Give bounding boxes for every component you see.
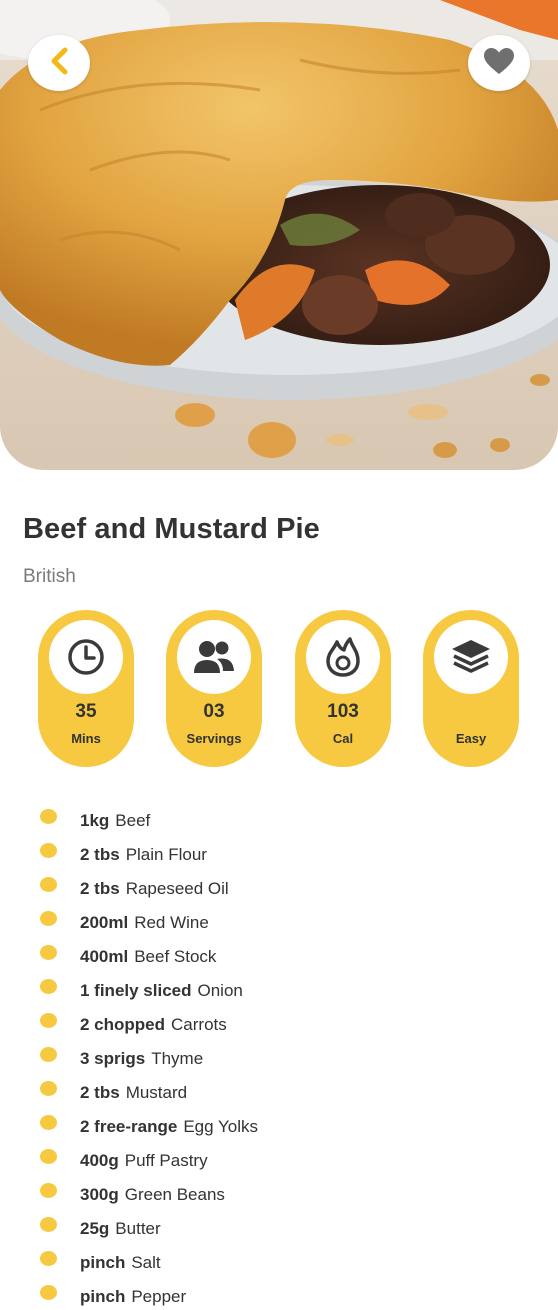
ingredient-name: Beef Stock xyxy=(134,947,217,966)
bullet-icon xyxy=(40,1115,57,1130)
recipe-detail-screen: Beef and Mustard Pie British 35 Mins 03 … xyxy=(0,0,558,1310)
ingredient-quantity: 1 finely sliced xyxy=(80,981,192,1000)
ingredient-item: 400ml Beef Stock xyxy=(38,941,538,975)
stat-calories: 103 Cal xyxy=(295,610,391,767)
layers-icon xyxy=(434,620,508,694)
bullet-icon xyxy=(40,1251,57,1266)
ingredient-item: 2 tbs Rapeseed Oil xyxy=(38,873,538,907)
bullet-icon xyxy=(40,1285,57,1300)
stat-servings-value: 03 xyxy=(203,701,225,722)
ingredient-item: 2 chopped Carrots xyxy=(38,1009,538,1043)
bullet-icon xyxy=(40,1013,57,1028)
ingredient-name: Butter xyxy=(115,1219,161,1238)
stat-time-value: 35 xyxy=(75,701,97,722)
ingredient-quantity: 2 tbs xyxy=(80,879,120,898)
ingredient-quantity: 25g xyxy=(80,1219,110,1238)
ingredient-item: 2 free-range Egg Yolks xyxy=(38,1111,538,1145)
bullet-icon xyxy=(40,911,57,926)
ingredient-item: pinch Pepper xyxy=(38,1281,538,1310)
bullet-icon xyxy=(40,843,57,858)
bullet-icon xyxy=(40,809,57,824)
favorite-button[interactable] xyxy=(468,35,530,91)
ingredient-name: Onion xyxy=(197,981,243,1000)
bullet-icon xyxy=(40,877,57,892)
ingredient-name: Red Wine xyxy=(134,913,209,932)
people-icon xyxy=(177,620,251,694)
ingredient-quantity: 400g xyxy=(80,1151,119,1170)
bullet-icon xyxy=(40,979,57,994)
stat-servings-unit: Servings xyxy=(186,731,242,746)
stat-difficulty-unit: Easy xyxy=(455,731,487,746)
stat-time-unit: Mins xyxy=(71,731,101,746)
clock-icon xyxy=(49,620,123,694)
recipe-title: Beef and Mustard Pie xyxy=(23,513,320,545)
ingredient-name: Beef xyxy=(115,811,151,830)
ingredient-quantity: 400ml xyxy=(80,947,129,966)
ingredient-item: 25g Butter xyxy=(38,1213,538,1247)
ingredient-quantity: pinch xyxy=(80,1253,126,1272)
chevron-left-icon xyxy=(48,47,70,80)
ingredient-item: 400g Puff Pastry xyxy=(38,1145,538,1179)
ingredient-quantity: 1kg xyxy=(80,811,110,830)
ingredient-quantity: 2 free-range xyxy=(80,1117,178,1136)
ingredient-item: 1 finely sliced Onion xyxy=(38,975,538,1009)
ingredient-name: Plain Flour xyxy=(125,845,207,864)
ingredient-name: Rapeseed Oil xyxy=(125,879,229,898)
ingredient-quantity: 2 tbs xyxy=(80,845,120,864)
heart-icon xyxy=(483,47,515,80)
ingredient-quantity: 300g xyxy=(80,1185,119,1204)
stat-difficulty: Easy xyxy=(423,610,519,767)
ingredient-item: 2 tbs Mustard xyxy=(38,1077,538,1111)
ingredient-quantity: 3 sprigs xyxy=(80,1049,146,1068)
bullet-icon xyxy=(40,1081,57,1096)
ingredient-name: Egg Yolks xyxy=(183,1117,259,1136)
ingredient-name: Carrots xyxy=(171,1015,227,1034)
ingredient-item: 2 tbs Plain Flour xyxy=(38,839,538,873)
ingredient-quantity: 200ml xyxy=(80,913,129,932)
recipe-stats: 35 Mins 03 Servings 103 Cal Easy xyxy=(38,610,522,768)
flame-icon xyxy=(306,620,380,694)
ingredient-name: Thyme xyxy=(151,1049,204,1068)
bullet-icon xyxy=(40,1047,57,1062)
bullet-icon xyxy=(40,1183,57,1198)
ingredient-quantity: pinch xyxy=(80,1287,126,1306)
ingredient-name: Pepper xyxy=(131,1287,187,1306)
ingredient-name: Puff Pastry xyxy=(124,1151,208,1170)
stat-calories-unit: Cal xyxy=(332,731,354,746)
ingredients-list: 1kg Beef 2 tbs Plain Flour 2 tbs Rapeseed O… xyxy=(38,805,538,1310)
ingredient-quantity: 2 tbs xyxy=(80,1083,120,1102)
ingredient-item: 1kg Beef xyxy=(38,805,538,839)
recipe-cuisine: British xyxy=(23,566,76,587)
ingredient-name: Salt xyxy=(131,1253,161,1272)
ingredient-item: pinch Salt xyxy=(38,1247,538,1281)
bullet-icon xyxy=(40,945,57,960)
ingredient-name: Green Beans xyxy=(124,1185,225,1204)
bullet-icon xyxy=(40,1217,57,1232)
stat-servings: 03 Servings xyxy=(166,610,262,767)
back-button[interactable] xyxy=(28,35,90,91)
ingredient-item: 300g Green Beans xyxy=(38,1179,538,1213)
ingredient-item: 3 sprigs Thyme xyxy=(38,1043,538,1077)
stat-calories-value: 103 xyxy=(327,701,359,722)
ingredient-name: Mustard xyxy=(125,1083,188,1102)
stat-time: 35 Mins xyxy=(38,610,134,767)
ingredient-item: 200ml Red Wine xyxy=(38,907,538,941)
bullet-icon xyxy=(40,1149,57,1164)
ingredient-quantity: 2 chopped xyxy=(80,1015,166,1034)
